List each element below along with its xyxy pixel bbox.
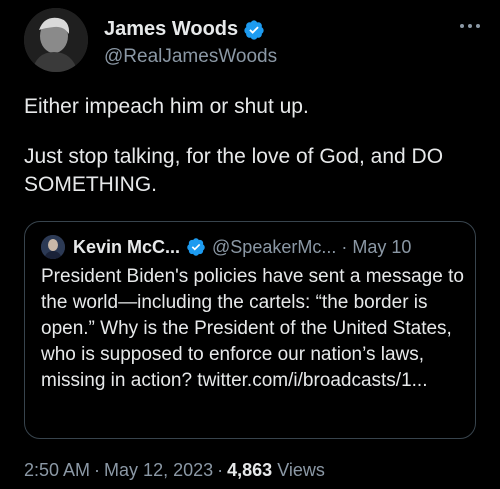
quoted-author-name: Kevin McC... (73, 236, 181, 257)
views-count: 4,863 (227, 460, 273, 480)
quoted-author-handle: @SpeakerMc... (212, 236, 337, 257)
separator-dot: · (217, 460, 224, 480)
verified-badge-icon (244, 19, 264, 40)
author-handle[interactable]: @RealJamesWoods (104, 46, 277, 68)
verified-badge-icon (187, 238, 205, 256)
separator-dot: · (341, 236, 348, 257)
tweet-header: James Woods @RealJamesWoods (24, 8, 484, 72)
quoted-tweet-text: President Biden's policies have sent a m… (41, 266, 464, 391)
author-avatar[interactable] (24, 8, 88, 72)
more-options-icon[interactable] (458, 16, 482, 36)
tweet-metadata: 2:50 AM · May 12, 2023 · 4,863 Views (24, 460, 325, 481)
quoted-author-avatar (41, 235, 65, 259)
views-label: Views (277, 460, 325, 480)
author-name-row: James Woods (104, 18, 265, 41)
tweet-date[interactable]: May 12, 2023 (104, 460, 213, 480)
tweet-time[interactable]: 2:50 AM (24, 460, 90, 480)
quoted-tweet-card[interactable]: Kevin McC... @SpeakerMc... · May 10 Pres… (24, 221, 476, 439)
author-name[interactable]: James Woods (104, 18, 238, 41)
quoted-tweet-header: Kevin McC... @SpeakerMc... · May 10 (41, 234, 411, 260)
separator-dot: · (94, 460, 101, 480)
tweet-text: Either impeach him or shut up. Just stop… (24, 93, 484, 221)
tweet-paragraph: Either impeach him or shut up. (24, 95, 309, 118)
tweet-paragraph: Just stop talking, for the love of God, … (24, 145, 444, 196)
quoted-tweet-date: May 10 (352, 236, 412, 257)
